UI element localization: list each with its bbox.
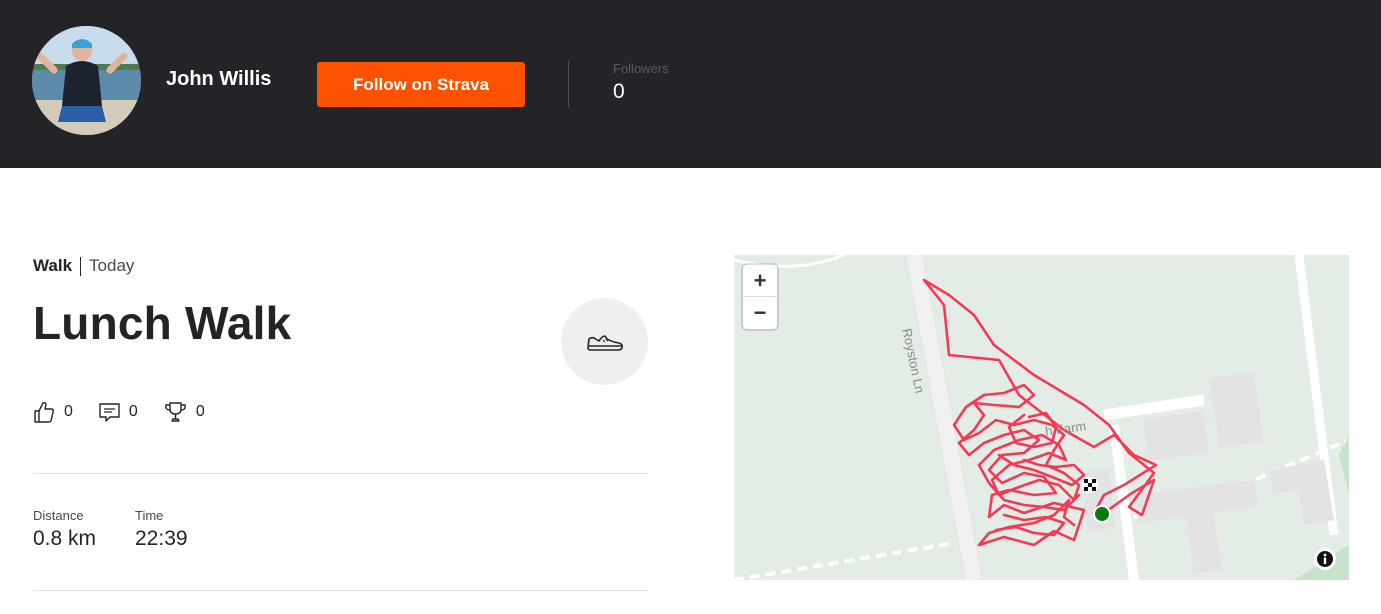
zoom-in-button[interactable]: +: [743, 265, 777, 297]
comments-button[interactable]: 0: [98, 400, 138, 424]
achievements-button[interactable]: 0: [163, 400, 205, 424]
stat-distance: Distance 0.8 km: [33, 508, 96, 551]
activity-type: Walk: [33, 256, 73, 275]
social-row: 0 0 0: [33, 400, 230, 424]
time-label: Time: [135, 508, 164, 523]
info-icon: [1317, 551, 1333, 567]
zoom-control: + −: [743, 265, 777, 329]
route-map[interactable]: Royston Ln h Farm + −: [734, 255, 1349, 580]
kudos-count: 0: [64, 403, 73, 420]
stat-time: Time 22:39: [135, 508, 188, 551]
zoom-out-button[interactable]: −: [743, 297, 777, 329]
header-divider: [568, 61, 569, 107]
achievements-count: 0: [195, 403, 205, 420]
activity-type-line: Walk Today: [33, 256, 134, 276]
finish-marker: [1082, 477, 1098, 493]
comments-count: 0: [128, 403, 138, 420]
map-info-button[interactable]: [1314, 548, 1336, 570]
time-value: 22:39: [135, 527, 188, 550]
athlete-name[interactable]: John Willis: [166, 68, 271, 91]
follow-button[interactable]: Follow on Strava: [317, 62, 525, 107]
kudos-button[interactable]: 0: [33, 400, 73, 424]
type-separator: [80, 256, 82, 276]
activity-date: Today: [89, 256, 135, 275]
avatar[interactable]: [32, 26, 141, 135]
distance-value: 0.8 km: [33, 527, 97, 550]
thumbs-up-icon: [34, 401, 55, 423]
divider: [33, 590, 648, 591]
map-canvas: [734, 255, 1349, 580]
shoe-icon: [586, 334, 623, 351]
followers-count: 0: [613, 80, 625, 103]
followers-label: Followers: [613, 61, 669, 76]
activity-title[interactable]: Lunch Walk: [33, 296, 291, 350]
distance-label: Distance: [33, 508, 84, 523]
divider: [33, 473, 648, 474]
athlete-header: John Willis Follow on Strava Followers 0: [0, 0, 1381, 168]
trophy-icon: [164, 402, 186, 422]
sport-badge: [561, 298, 648, 385]
comment-icon: [99, 403, 120, 422]
